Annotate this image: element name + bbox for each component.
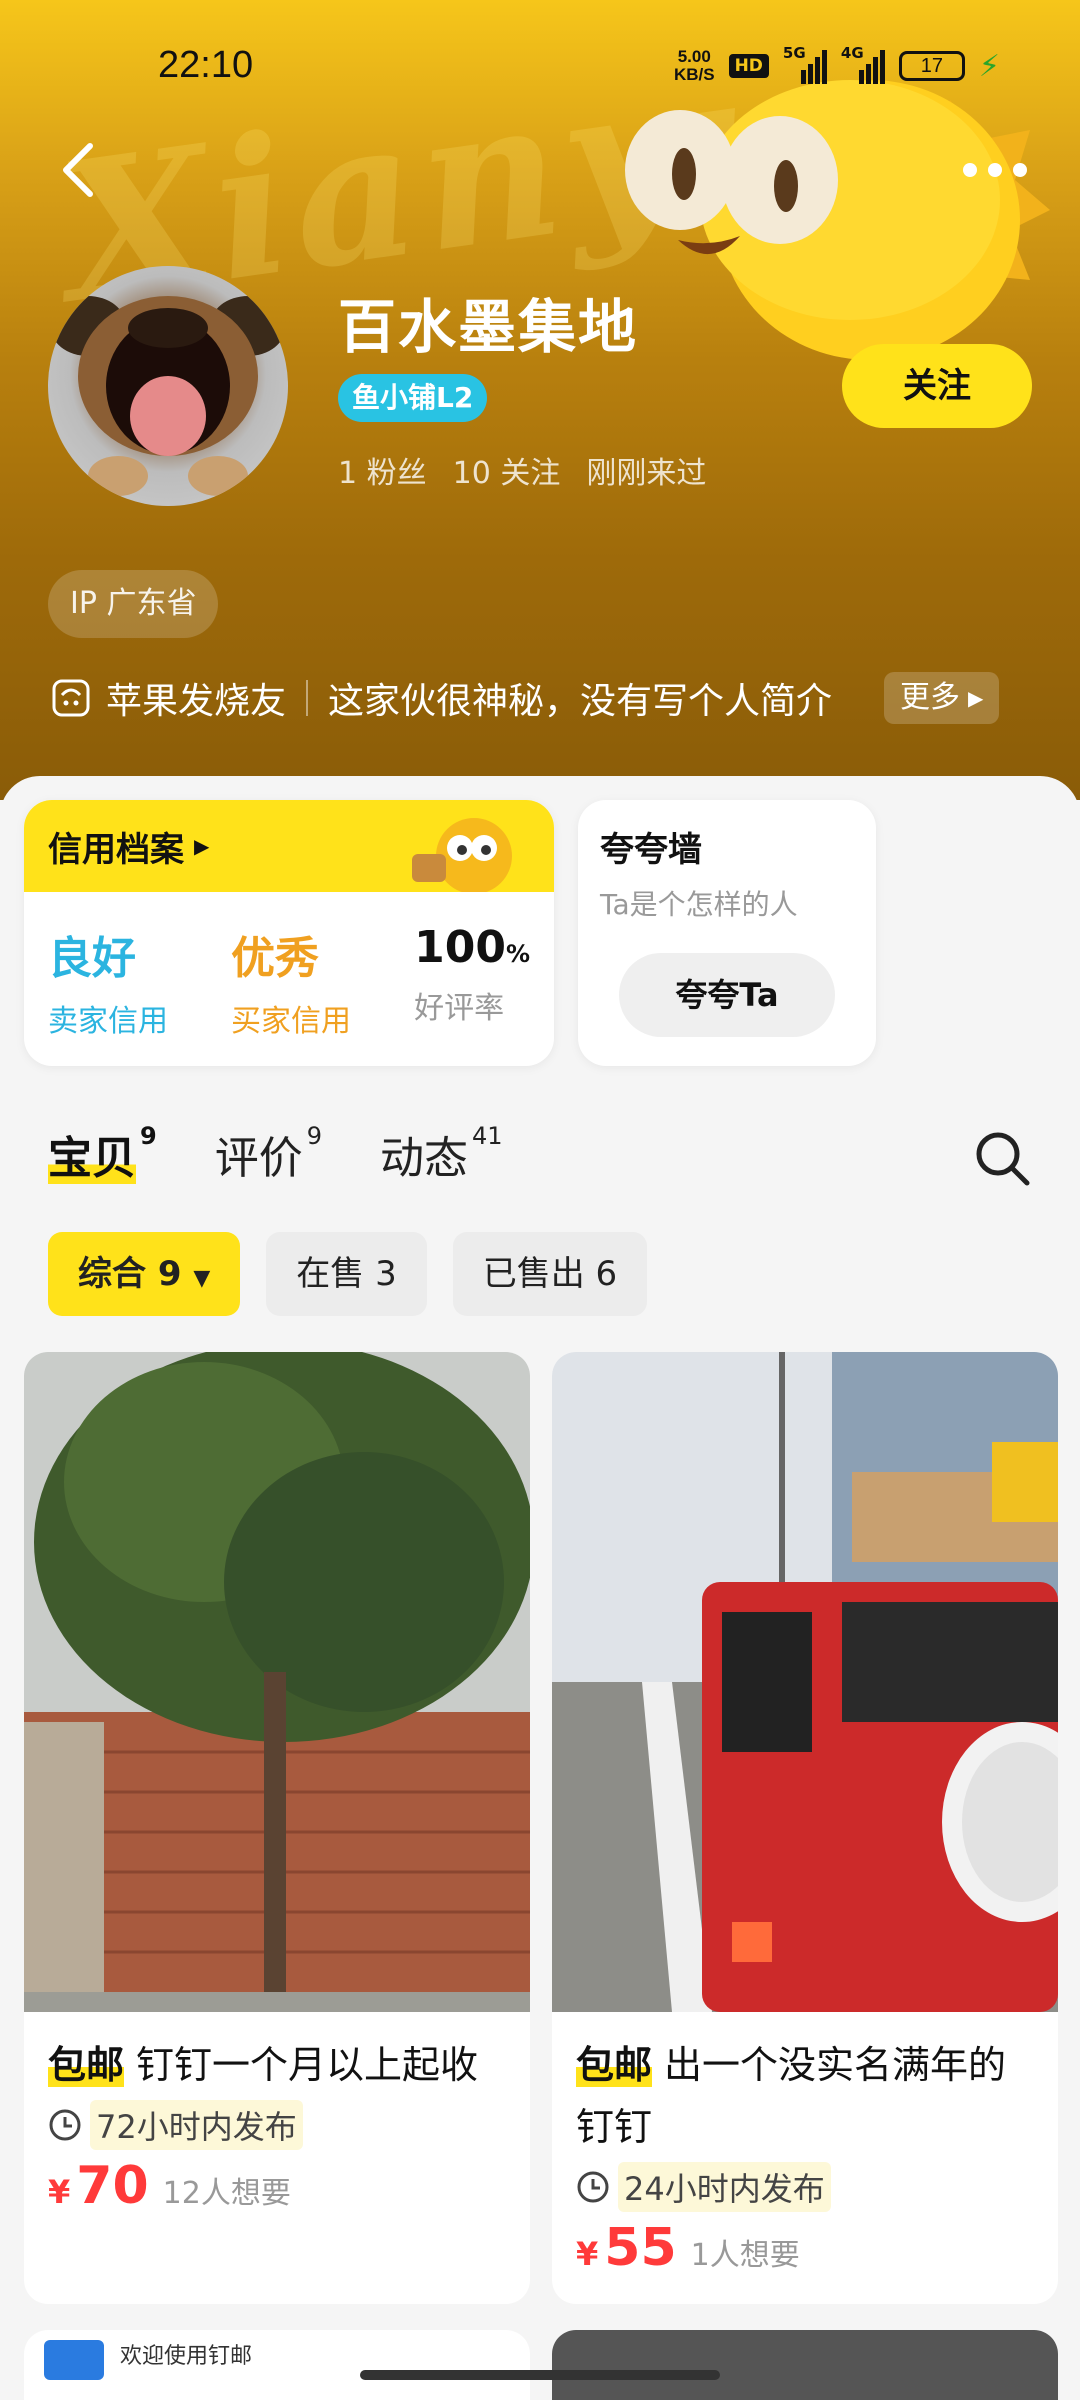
peek-caption: 欢迎使用钉邮 — [120, 2344, 253, 2369]
filter-all[interactable]: 综合 9 ▼ — [48, 1232, 241, 1316]
profile-stats: 1 粉丝 10 关注 刚刚来过 — [338, 448, 706, 492]
charging-icon: ⚡ — [978, 48, 1000, 84]
interest-tag: 苹果发烧友 — [50, 672, 286, 724]
status-bar: 22:10 5.00 KB/S HD 5G 4G 17 ⚡ — [0, 44, 1080, 94]
following-count[interactable]: 10 关注 — [453, 448, 561, 492]
product-card-peek[interactable]: 欢迎使用钉邮 — [24, 2330, 530, 2400]
home-indicator[interactable] — [360, 2370, 720, 2380]
credit-header: 信用档案 ▶ — [24, 800, 554, 892]
triangle-right-icon: ▶ — [968, 686, 984, 710]
profile-header: Xianyu 22:10 5.00 KB/S HD 5G 4G 17 ⚡ 百水墨… — [0, 0, 1080, 800]
network-speed: 5.00 KB/S — [673, 47, 715, 84]
more-options-icon[interactable] — [960, 150, 1030, 190]
filter-on-sale[interactable]: 在售 3 — [266, 1232, 427, 1316]
praise-wall-card[interactable]: 夸夸墙 Ta是个怎样的人 夸夸Ta — [578, 800, 876, 1066]
clock-icon — [577, 2171, 609, 2203]
clock-icon — [49, 2109, 81, 2141]
tab-posts[interactable]: 动态 41 — [380, 1122, 503, 1186]
fans-count[interactable]: 1 粉丝 — [338, 448, 427, 492]
back-arrow-icon[interactable] — [56, 140, 106, 200]
triangle-right-icon: ▶ — [194, 834, 210, 858]
app-logo-icon — [44, 2340, 104, 2380]
bio-text: 这家伙很神秘，没有写个人简介 — [328, 681, 833, 722]
product-image — [24, 1352, 530, 2012]
follow-button[interactable]: 关注 — [842, 344, 1032, 428]
bio-row: 苹果发烧友 这家伙很神秘，没有写个人简介 更多 ▶ — [50, 668, 1030, 728]
product-title: 包邮 钉钉一个月以上起收 — [48, 2043, 479, 2087]
hd-indicator: HD — [728, 54, 769, 78]
praise-button[interactable]: 夸夸Ta — [619, 953, 835, 1037]
product-price: ¥ 70 12人想要 — [48, 2156, 291, 2216]
tag-icon — [52, 679, 90, 717]
ip-location-badge: IP 广东省 — [48, 570, 219, 638]
post-time: 24小时内发布 — [576, 2162, 1034, 2212]
credit-profile-card[interactable]: 信用档案 ▶ 良好 卖家信用 优秀 买家信用 100% 好评率 — [24, 800, 554, 1066]
signal-5g-icon: 5G — [783, 44, 827, 84]
bio-more-button[interactable]: 更多 ▶ — [884, 672, 1000, 724]
battery-icon: 17 — [898, 51, 965, 81]
mascot-sticker — [412, 818, 512, 892]
shop-level-badge[interactable]: 鱼小铺L2 — [338, 374, 488, 422]
buyer-credit: 优秀 买家信用 — [231, 933, 352, 1039]
product-card[interactable]: 包邮 出一个没实名满年的钉钉 24小时内发布 ¥ 55 1人想要 — [552, 1352, 1058, 2304]
product-card[interactable]: 包邮 钉钉一个月以上起收 72小时内发布 ¥ 70 12人想要 — [24, 1352, 530, 2304]
praise-title: 夸夸墙 — [600, 830, 702, 870]
good-rate: 100% 好评率 — [414, 922, 530, 1026]
filter-sold[interactable]: 已售出 6 — [452, 1232, 648, 1316]
content-tabs: 宝贝 9 评价 9 动态 41 — [48, 1122, 503, 1186]
divider — [306, 680, 309, 716]
filter-chips: 综合 9 ▼ 在售 3 已售出 6 — [48, 1232, 648, 1316]
dog-avatar-image — [50, 296, 286, 496]
product-card-peek[interactable] — [552, 2330, 1058, 2400]
caret-down-icon: ▼ — [193, 1266, 211, 1291]
product-title: 包邮 出一个没实名满年的钉钉 — [576, 2043, 1007, 2149]
avatar[interactable] — [48, 266, 288, 506]
profile-name: 百水墨集地 — [338, 293, 639, 361]
signal-4g-icon: 4G — [841, 44, 885, 84]
product-price: ¥ 55 1人想要 — [576, 2218, 800, 2278]
status-time: 22:10 — [158, 44, 254, 86]
seller-credit: 良好 卖家信用 — [48, 933, 168, 1039]
tab-reviews[interactable]: 评价 9 — [215, 1122, 322, 1186]
last-seen: 刚刚来过 — [586, 456, 707, 491]
product-image — [552, 1352, 1058, 2012]
post-time: 72小时内发布 — [48, 2100, 506, 2150]
tab-items[interactable]: 宝贝 9 — [48, 1122, 157, 1186]
search-icon[interactable] — [972, 1128, 1032, 1188]
praise-subtitle: Ta是个怎样的人 — [600, 888, 798, 921]
